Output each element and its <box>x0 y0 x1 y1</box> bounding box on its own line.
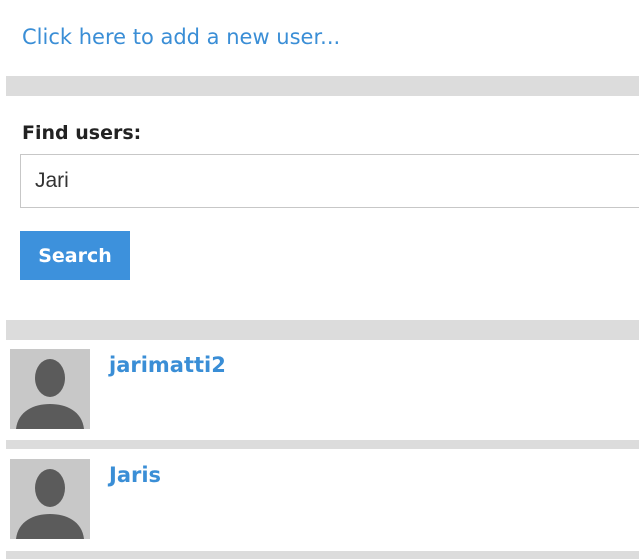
section-divider <box>6 76 639 96</box>
row-divider <box>6 440 639 449</box>
user-management-page: Click here to add a new user... Find use… <box>0 0 639 559</box>
search-button[interactable]: Search <box>20 231 130 280</box>
results-divider <box>6 320 639 340</box>
add-new-user-link[interactable]: Click here to add a new user... <box>22 25 340 49</box>
find-users-label: Find users: <box>22 122 142 144</box>
default-user-avatar-icon[interactable] <box>10 349 90 429</box>
user-name-link[interactable]: Jaris <box>109 463 161 487</box>
user-result-row: Jaris <box>8 459 639 541</box>
user-name-link[interactable]: jarimatti2 <box>109 353 226 377</box>
search-input[interactable] <box>20 154 639 208</box>
row-divider <box>6 551 639 559</box>
default-user-avatar-icon[interactable] <box>10 459 90 539</box>
user-result-row: jarimatti2 <box>8 349 639 431</box>
